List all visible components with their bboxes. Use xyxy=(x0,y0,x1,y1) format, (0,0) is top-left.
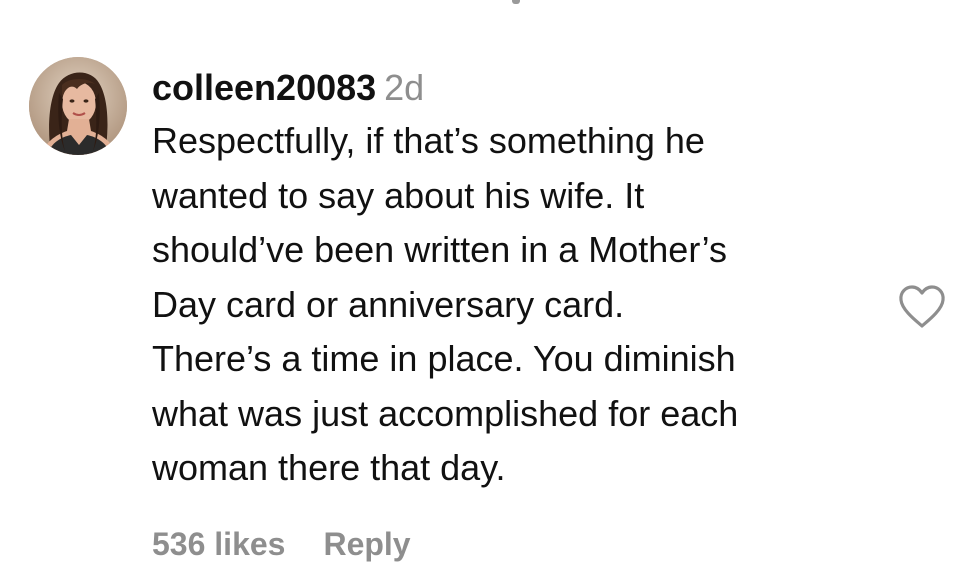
previous-content-edge xyxy=(512,0,520,4)
likes-count[interactable]: 536 likes xyxy=(152,526,285,562)
comment: colleen20083 2d Respectfully, if that’s s… xyxy=(152,62,887,496)
heart-outline-icon xyxy=(899,285,945,328)
comment-text: Respectfully, if that’s something he wan… xyxy=(152,120,739,488)
reply-button[interactable]: Reply xyxy=(323,526,410,562)
comment-header: colleen20083 2d xyxy=(152,62,887,114)
comment-actions: 536 likes Reply xyxy=(152,522,411,566)
avatar[interactable] xyxy=(29,57,127,155)
like-button[interactable] xyxy=(897,284,947,330)
avatar-photo xyxy=(29,57,127,155)
timestamp: 2d xyxy=(384,67,425,108)
username-link[interactable]: colleen20083 xyxy=(152,67,376,108)
